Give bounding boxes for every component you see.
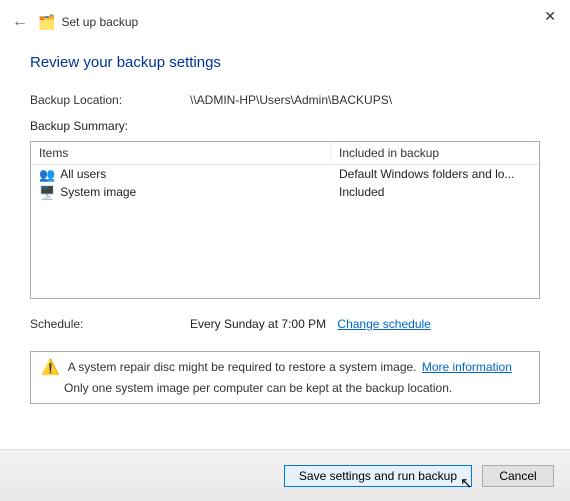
backup-location-label: Backup Location: — [30, 93, 190, 107]
backup-summary-label: Backup Summary: — [30, 119, 540, 133]
footer-button-bar: Save settings and run backup Cancel ↖ — [0, 449, 570, 501]
back-arrow-icon[interactable]: ← — [12, 13, 28, 31]
schedule-row: Schedule: Every Sunday at 7:00 PM Change… — [30, 317, 540, 331]
warning-icon: ⚠️ — [41, 360, 60, 375]
backup-location-value: \\ADMIN-HP\Users\Admin\BACKUPS\ — [190, 93, 392, 107]
monitor-icon: 🖥️ — [39, 186, 55, 199]
backup-location-row: Backup Location: \\ADMIN-HP\Users\Admin\… — [30, 93, 540, 107]
save-and-run-button[interactable]: Save settings and run backup — [284, 465, 472, 487]
column-header-included[interactable]: Included in backup — [331, 142, 539, 164]
warning-box: ⚠️ A system repair disc might be require… — [30, 351, 540, 404]
setup-backup-icon: 🗂️ — [38, 14, 55, 31]
schedule-value: Every Sunday at 7:00 PM — [190, 317, 326, 331]
titlebar: ← 🗂️ Set up backup ✕ — [0, 0, 570, 44]
close-icon[interactable]: ✕ — [544, 8, 556, 25]
users-icon: 👥 — [39, 168, 55, 181]
content-area: Review your backup settings Backup Locat… — [0, 54, 570, 404]
row-item-label: System image — [60, 185, 136, 199]
backup-summary-table: Items Included in backup 👥 All users Def… — [30, 141, 540, 299]
table-row[interactable]: 👥 All users Default Windows folders and … — [31, 165, 539, 183]
warning-text-1: A system repair disc might be required t… — [68, 360, 417, 374]
schedule-label: Schedule: — [30, 317, 190, 331]
warning-text-2: Only one system image per computer can b… — [64, 381, 529, 395]
table-row[interactable]: 🖥️ System image Included — [31, 183, 539, 201]
more-information-link[interactable]: More information — [422, 360, 512, 374]
row-included-label: Default Windows folders and lo... — [331, 165, 539, 183]
cancel-button[interactable]: Cancel — [482, 465, 554, 487]
page-heading: Review your backup settings — [30, 54, 540, 71]
change-schedule-link[interactable]: Change schedule — [337, 317, 430, 331]
row-item-label: All users — [60, 167, 106, 181]
window-title: Set up backup — [61, 15, 138, 29]
row-included-label: Included — [331, 183, 539, 201]
table-header: Items Included in backup — [31, 142, 539, 165]
column-header-items[interactable]: Items — [31, 142, 331, 164]
